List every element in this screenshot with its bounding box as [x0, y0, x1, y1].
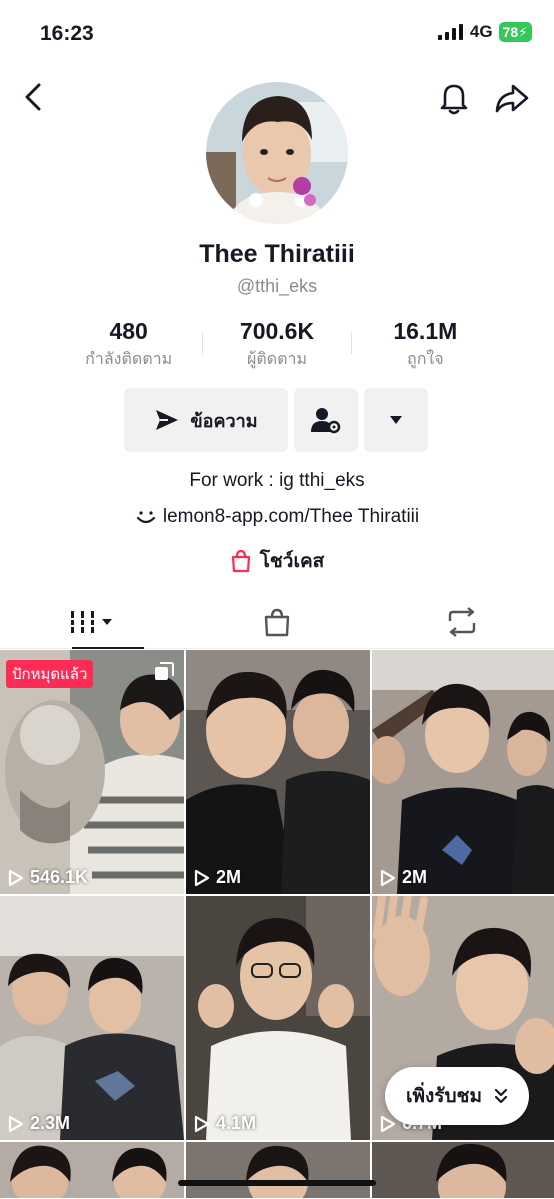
view-count: 2M: [380, 867, 427, 888]
share-icon[interactable]: [493, 80, 531, 116]
video-thumbnail[interactable]: 2.3M: [0, 896, 184, 1140]
showcase-label: โชว์เคส: [259, 551, 325, 572]
bell-icon[interactable]: [436, 80, 472, 116]
video-thumbnail[interactable]: 2M: [186, 650, 370, 894]
message-button[interactable]: ข้อความ: [124, 388, 288, 452]
double-chevron-down-icon: [494, 1088, 508, 1104]
video-thumbnail[interactable]: [186, 1142, 370, 1198]
tab-shop[interactable]: [185, 595, 370, 648]
play-icon: [380, 869, 396, 886]
play-icon: [194, 869, 210, 886]
view-count-text: 546.1K: [30, 867, 89, 887]
view-count-text: 2M: [402, 867, 428, 887]
profile-stats: 480 กำลังติดตาม 700.6K ผู้ติดตาม 16.1M ถ…: [55, 318, 499, 368]
view-count: 546.1K: [8, 867, 88, 888]
thumbnail-image: [186, 1142, 370, 1198]
view-count-text: 2M: [216, 867, 242, 887]
tab-videos[interactable]: [0, 595, 185, 649]
shopping-bag-icon: [231, 549, 250, 573]
status-right: 4G 78⚡: [437, 22, 532, 42]
battery-level: 78: [502, 24, 519, 40]
display-name: Thee Thiratiii: [199, 240, 355, 268]
view-count-text: 2.3M: [30, 1113, 71, 1133]
showcase-link[interactable]: โชว์เคส: [0, 546, 554, 576]
thumbnail-image: [186, 650, 370, 894]
home-indicator: [178, 1180, 376, 1186]
message-button-label: ข้อความ: [190, 410, 258, 431]
video-thumbnail[interactable]: 4.1M: [186, 896, 370, 1140]
profile-actions: ข้อความ: [124, 388, 428, 452]
thumbnail-image: [186, 896, 370, 1140]
lemon8-icon: [136, 511, 155, 524]
pinned-badge: ปักหมุดแล้ว: [6, 660, 94, 688]
thumbnail-image: [372, 650, 554, 894]
follow-settings-button[interactable]: [294, 388, 358, 452]
back-icon[interactable]: [20, 82, 46, 112]
profile-link[interactable]: lemon8-app.com/Thee Thiratiii: [0, 506, 554, 528]
stat-followers[interactable]: 700.6K ผู้ติดตาม: [203, 318, 350, 368]
user-settings-icon: [311, 408, 341, 434]
stat-label: ผู้ติดตาม: [246, 351, 308, 368]
stat-value: 480: [109, 318, 148, 344]
recently-watched-label: เพิ่งรับชม: [406, 1086, 482, 1107]
username: @tthi_eks: [236, 276, 318, 296]
video-thumbnail[interactable]: 2M: [372, 650, 554, 894]
profile-tabs: [0, 595, 554, 649]
play-icon: [8, 869, 24, 886]
bio-text: For work : ig tthi_eks: [189, 470, 365, 491]
battery-icon: 78⚡: [498, 22, 532, 42]
more-dropdown-button[interactable]: [364, 388, 428, 452]
view-count: 2M: [194, 867, 241, 888]
status-time: 16:23: [40, 22, 94, 45]
thumbnail-image: [0, 1142, 184, 1198]
stat-label: กำลังติดตาม: [85, 351, 173, 368]
stat-value: 700.6K: [239, 318, 315, 344]
caret-down-icon: [390, 416, 402, 424]
avatar[interactable]: [206, 82, 348, 224]
stat-value: 16.1M: [393, 318, 458, 344]
video-thumbnail[interactable]: [372, 1142, 554, 1198]
signal-icon: [437, 24, 463, 40]
shopping-bag-icon: [264, 608, 290, 636]
stat-likes[interactable]: 16.1M ถูกใจ: [352, 318, 499, 368]
send-icon: [156, 410, 179, 430]
stat-following[interactable]: 480 กำลังติดตาม: [55, 318, 202, 368]
avatar-image: [206, 82, 348, 224]
play-icon: [8, 1115, 24, 1132]
video-thumbnail[interactable]: [0, 1142, 184, 1198]
tab-reposts[interactable]: [369, 595, 554, 648]
status-bar: 16:23 4G 78⚡: [0, 0, 554, 66]
multi-photo-icon: [155, 662, 174, 680]
profile-link-text: lemon8-app.com/Thee Thiratiii: [162, 506, 420, 527]
view-count: 4.1M: [194, 1113, 256, 1134]
thumbnail-image: [372, 1142, 554, 1198]
video-thumbnail[interactable]: ปักหมุดแล้ว 546.1K: [0, 650, 184, 894]
recently-watched-button[interactable]: เพิ่งรับชม: [385, 1067, 529, 1125]
network-type: 4G: [469, 22, 493, 41]
thumbnail-image: [0, 896, 184, 1140]
grid-icon: [71, 610, 113, 633]
play-icon: [194, 1115, 210, 1132]
stat-label: ถูกใจ: [407, 351, 444, 368]
repost-icon: [448, 606, 475, 637]
view-count: 2.3M: [8, 1113, 70, 1134]
view-count-text: 4.1M: [216, 1113, 257, 1133]
